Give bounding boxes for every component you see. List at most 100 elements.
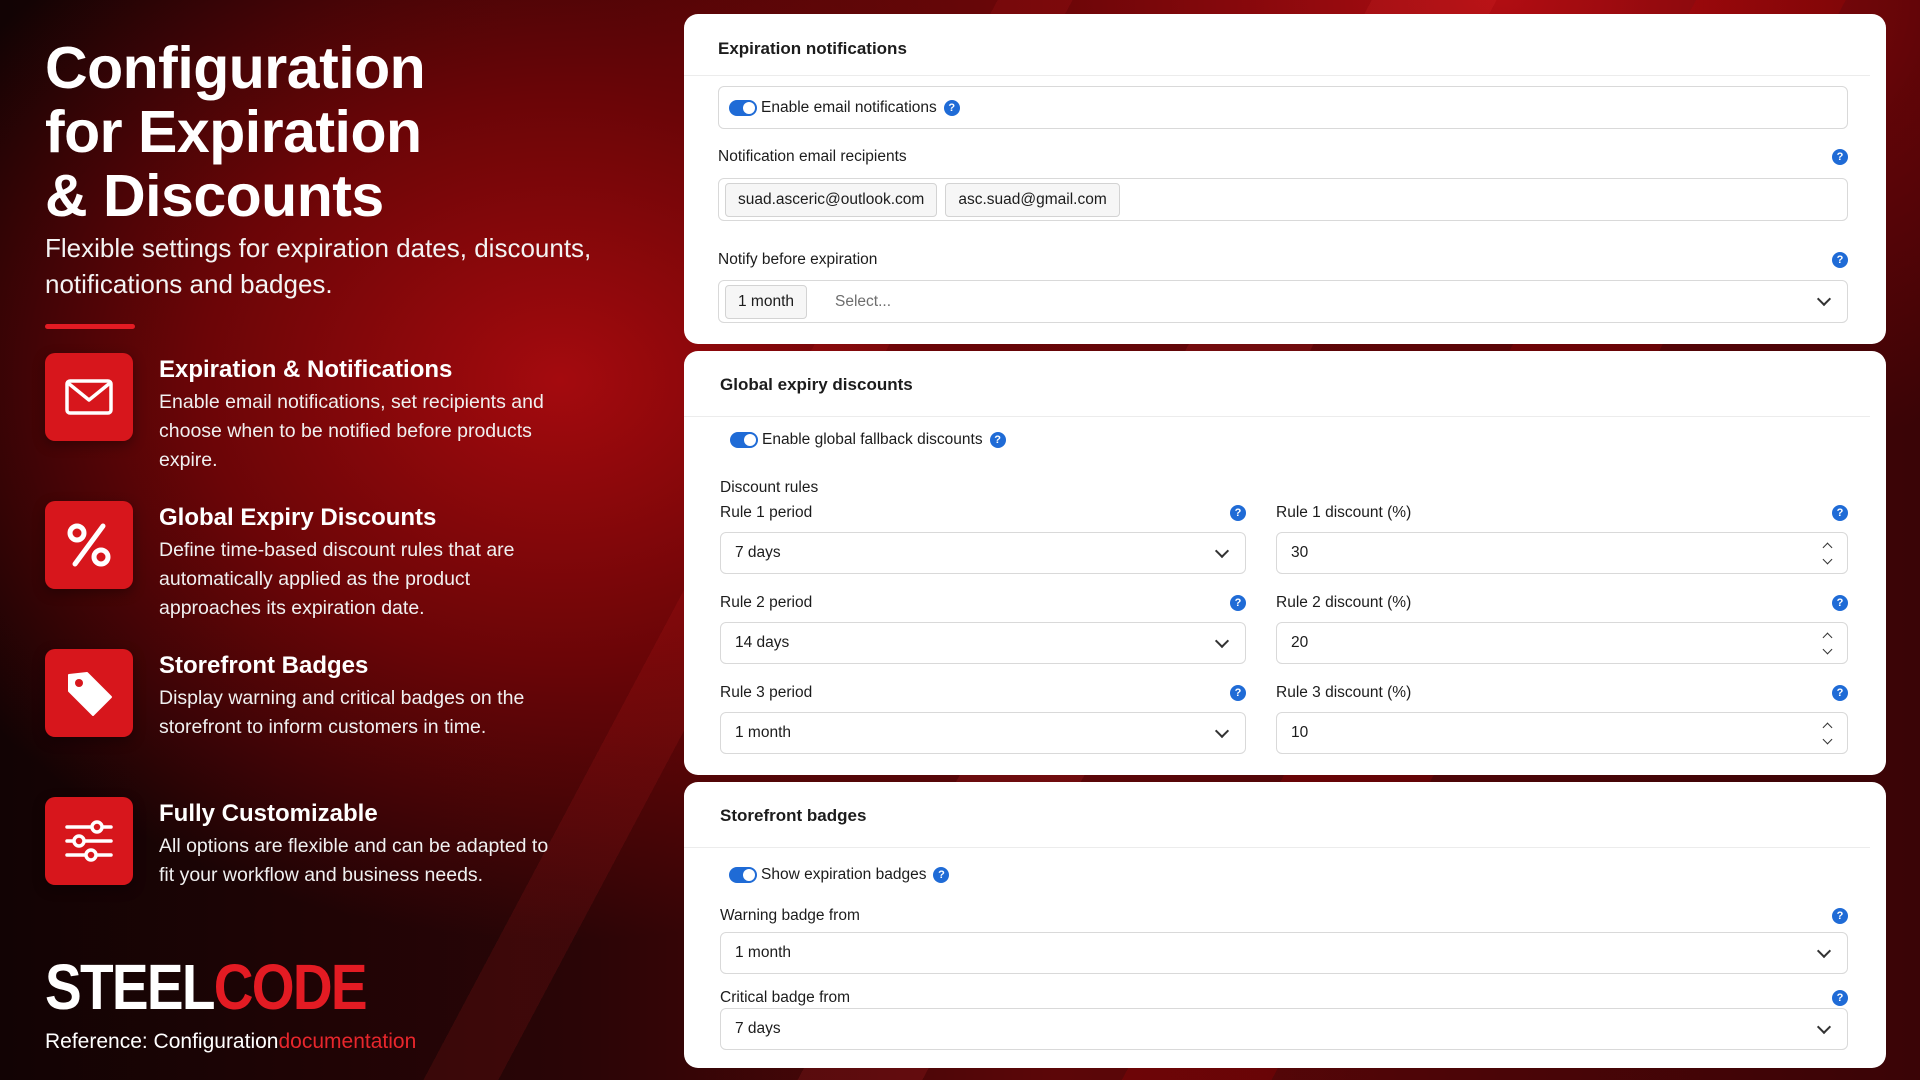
rule-period-value: 14 days (735, 634, 790, 651)
rule-2-period-select[interactable]: 14 days (720, 622, 1246, 664)
help-icon[interactable]: ? (1230, 685, 1246, 701)
rule-3-discount-label-row: Rule 3 discount (%) ? (1276, 684, 1848, 702)
show-expiration-badges-label: Show expiration badges (761, 866, 927, 883)
feature-list: Expiration & Notifications Enable email … (45, 353, 605, 919)
help-icon[interactable]: ? (943, 99, 960, 116)
rule-period-label: Rule 2 period (720, 594, 813, 611)
chevron-down-icon[interactable] (1816, 291, 1832, 307)
notify-before-select[interactable]: 1 month Select... (718, 280, 1848, 323)
feature-item: Global Expiry Discounts Define time-base… (45, 501, 605, 623)
rule-discount-label: Rule 3 discount (%) (1276, 684, 1412, 701)
hero-subtitle: Flexible settings for expiration dates, … (45, 233, 592, 299)
documentation-link[interactable]: documentation (278, 1030, 416, 1053)
rule-3-period-select[interactable]: 1 month (720, 712, 1246, 754)
card-title: Storefront badges (684, 782, 1870, 848)
chevron-down-icon (1214, 543, 1230, 558)
notify-before-label: Notify before expiration (718, 251, 878, 268)
number-stepper-icon[interactable] (1822, 632, 1833, 654)
rule-1-period-select[interactable]: 7 days (720, 532, 1246, 574)
percent-icon (45, 501, 133, 589)
rule-2-discount-input[interactable]: 20 (1276, 622, 1848, 664)
enable-email-notifications-label: Enable email notifications (761, 98, 937, 116)
enable-fallback-discounts-row: Enable global fallback discounts ? (730, 431, 1848, 449)
rule-1-discount-input[interactable]: 30 (1276, 532, 1848, 574)
steelcode-logo: STEELCODE (45, 955, 368, 1019)
logo-part-steel: STEEL (45, 951, 215, 1023)
rule-period-label: Rule 3 period (720, 684, 813, 701)
rule-period-label: Rule 1 period (720, 504, 813, 521)
feature-title: Expiration & Notifications (159, 356, 453, 383)
feature-description: Display warning and critical badges on t… (159, 687, 525, 738)
help-icon[interactable]: ? (1230, 505, 1246, 521)
hero-panel: Configuration for Expiration & Discounts… (45, 36, 605, 945)
help-icon[interactable]: ? (1230, 595, 1246, 611)
help-icon[interactable]: ? (1832, 908, 1848, 924)
help-icon[interactable]: ? (1832, 505, 1848, 521)
feature-title: Global Expiry Discounts (159, 504, 437, 531)
rule-3-discount-input[interactable]: 10 (1276, 712, 1848, 754)
feature-description: Enable email notifications, set recipien… (159, 391, 544, 471)
rule-period-value: 1 month (735, 724, 792, 741)
enable-email-notifications-toggle[interactable] (729, 99, 757, 116)
reference-text: Reference: Configuration (45, 1030, 279, 1053)
notify-placeholder: Select... (835, 292, 892, 310)
help-icon[interactable]: ? (1832, 149, 1848, 165)
tag-icon (45, 649, 133, 737)
critical-badge-label-row: Critical badge from ? (720, 989, 1848, 1007)
rule-discount-value: 10 (1291, 724, 1309, 741)
recipients-label: Notification email recipients (718, 148, 907, 165)
hero-title: Configuration for Expiration & Discounts (45, 35, 426, 229)
feature-description: Define time-based discount rules that ar… (159, 539, 515, 619)
recipients-label-row: Notification email recipients ? (718, 148, 1848, 166)
rule-2-period-label-row: Rule 2 period ? (720, 594, 1246, 612)
warning-badge-select[interactable]: 1 month (720, 932, 1848, 974)
rule-2-discount-label-row: Rule 2 discount (%) ? (1276, 594, 1848, 612)
help-icon[interactable]: ? (1832, 595, 1848, 611)
rule-discount-label: Rule 1 discount (%) (1276, 504, 1412, 521)
warning-badge-label: Warning badge from (720, 907, 860, 924)
show-badges-row: Show expiration badges ? (729, 866, 1848, 884)
chevron-down-icon (1214, 723, 1230, 738)
rule-1-discount-label-row: Rule 1 discount (%) ? (1276, 504, 1848, 522)
rule-period-value: 7 days (735, 544, 781, 561)
show-expiration-badges-toggle[interactable] (729, 867, 757, 883)
enable-fallback-discounts-toggle[interactable] (730, 432, 758, 448)
rule-discount-value: 30 (1291, 544, 1309, 561)
number-stepper-icon[interactable] (1822, 542, 1833, 564)
feature-description: All options are flexible and can be adap… (159, 835, 549, 886)
help-icon[interactable]: ? (1832, 252, 1848, 268)
number-stepper-icon[interactable] (1822, 722, 1833, 744)
feature-title: Storefront Badges (159, 652, 369, 679)
feature-item: Expiration & Notifications Enable email … (45, 353, 605, 475)
chevron-down-icon (1214, 633, 1230, 648)
enable-fallback-discounts-label: Enable global fallback discounts (762, 431, 983, 448)
help-icon[interactable]: ? (933, 867, 950, 883)
storefront-badges-card: Storefront badges Show expiration badges… (684, 782, 1886, 1068)
help-icon[interactable]: ? (1832, 990, 1848, 1006)
reference-line: Reference: Configurationdocumentation (45, 1030, 416, 1054)
help-icon[interactable]: ? (1832, 685, 1848, 701)
feature-title: Fully Customizable (159, 800, 378, 827)
feature-item: Storefront Badges Display warning and cr… (45, 649, 605, 771)
expiration-notifications-card: Expiration notifications Enable email no… (684, 14, 1886, 344)
help-icon[interactable]: ? (989, 432, 1006, 448)
critical-badge-label: Critical badge from (720, 989, 851, 1006)
chevron-down-icon (1816, 1019, 1832, 1034)
sliders-icon (45, 797, 133, 885)
accent-divider (45, 324, 135, 329)
global-expiry-discounts-card: Global expiry discounts Enable global fa… (684, 351, 1886, 775)
recipient-chip[interactable]: asc.suad@gmail.com (945, 182, 1120, 217)
envelope-icon (45, 353, 133, 441)
feature-item: Fully Customizable All options are flexi… (45, 797, 605, 919)
notify-selected-chip[interactable]: 1 month (725, 284, 808, 319)
critical-badge-value: 7 days (735, 1020, 781, 1037)
rule-discount-label: Rule 2 discount (%) (1276, 594, 1412, 611)
discount-rules-heading: Discount rules (720, 479, 819, 496)
warning-badge-label-row: Warning badge from ? (720, 907, 1848, 925)
recipient-chip[interactable]: suad.asceric@outlook.com (725, 182, 938, 217)
critical-badge-select[interactable]: 7 days (720, 1008, 1848, 1050)
card-title: Global expiry discounts (684, 351, 1870, 417)
card-title: Expiration notifications (684, 14, 1870, 76)
warning-badge-value: 1 month (735, 944, 792, 961)
recipients-input[interactable]: suad.asceric@outlook.com asc.suad@gmail.… (718, 178, 1848, 221)
